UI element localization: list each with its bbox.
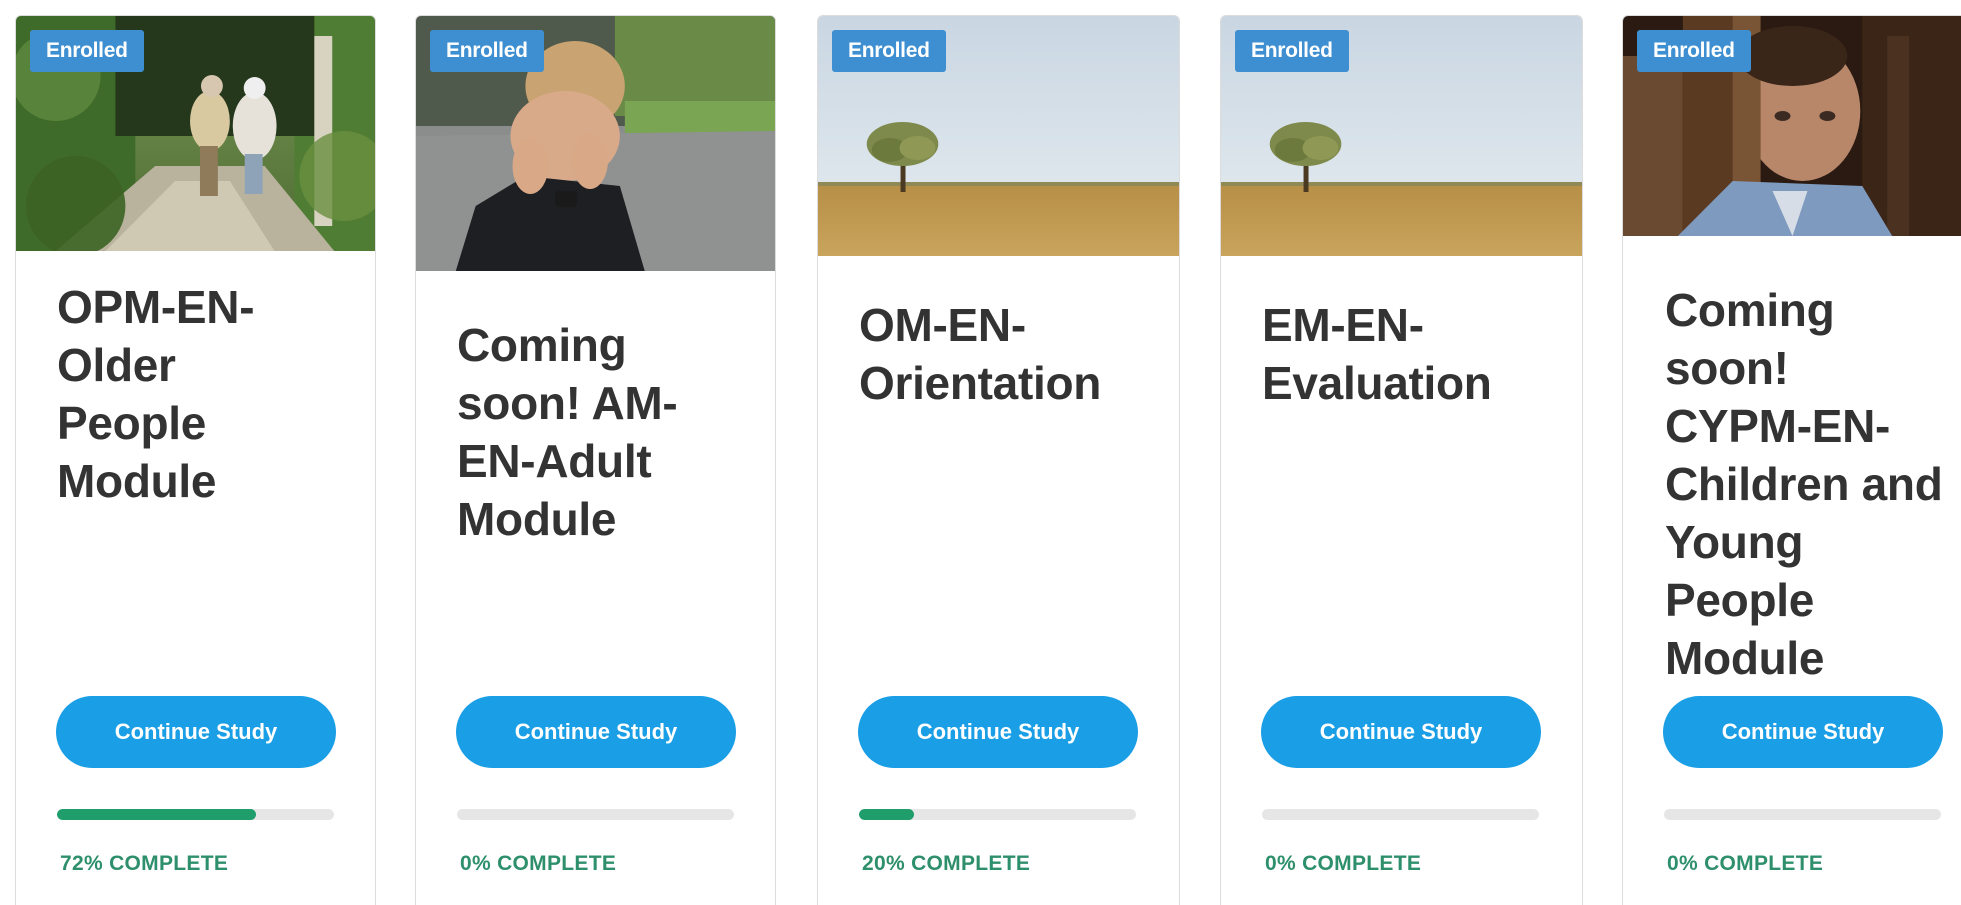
progress-label: 20% COMPLETE [862,852,1031,875]
progress-bar [859,809,1136,820]
progress-bar [57,809,334,820]
course-card[interactable]: Enrolled OPM-EN- Older People Module Con… [15,15,376,905]
course-title[interactable]: EM-EN- Evaluation [1262,296,1562,412]
course-title[interactable]: OM-EN- Orientation [859,296,1159,412]
progress-label: 0% COMPLETE [460,852,617,875]
progress-label: 0% COMPLETE [1265,852,1422,875]
continue-study-button[interactable]: Continue Study [456,696,736,768]
enrolled-badge: Enrolled [1637,30,1751,72]
enrolled-badge: Enrolled [430,30,544,72]
progress-label: 0% COMPLETE [1667,852,1824,875]
course-card[interactable]: Enrolled Coming soon! CYPM-EN- Children … [1622,15,1961,905]
course-thumbnail-children-young-people[interactable]: Enrolled [1623,16,1961,236]
course-card[interactable]: Enrolled Coming soon! AM- EN-Adult Modul… [415,15,776,905]
continue-study-button[interactable]: Continue Study [56,696,336,768]
progress-fill [859,809,915,820]
continue-study-button[interactable]: Continue Study [1663,696,1943,768]
course-title[interactable]: Coming soon! AM- EN-Adult Module [457,316,755,548]
progress-bar [457,809,734,820]
course-grid: Enrolled OPM-EN- Older People Module Con… [0,0,1961,905]
course-thumbnail-orientation[interactable]: Enrolled [818,16,1179,256]
enrolled-badge: Enrolled [30,30,144,72]
course-title[interactable]: OPM-EN- Older People Module [57,278,355,510]
course-card[interactable]: Enrolled EM-EN- Evaluation Continue Stud… [1220,15,1583,905]
progress-bar [1664,809,1941,820]
course-thumbnail-adult[interactable]: Enrolled [416,16,775,271]
course-card[interactable]: Enrolled OM-EN- Orientation Continue Stu… [817,15,1180,905]
continue-study-button[interactable]: Continue Study [1261,696,1541,768]
progress-fill [57,809,257,820]
enrolled-badge: Enrolled [1235,30,1349,72]
course-thumbnail-evaluation[interactable]: Enrolled [1221,16,1582,256]
enrolled-badge: Enrolled [832,30,946,72]
continue-study-button[interactable]: Continue Study [858,696,1138,768]
progress-bar [1262,809,1539,820]
progress-label: 72% COMPLETE [60,852,229,875]
course-title[interactable]: Coming soon! CYPM-EN- Children and Young… [1665,281,1961,687]
course-thumbnail-older-people[interactable]: Enrolled [16,16,375,251]
